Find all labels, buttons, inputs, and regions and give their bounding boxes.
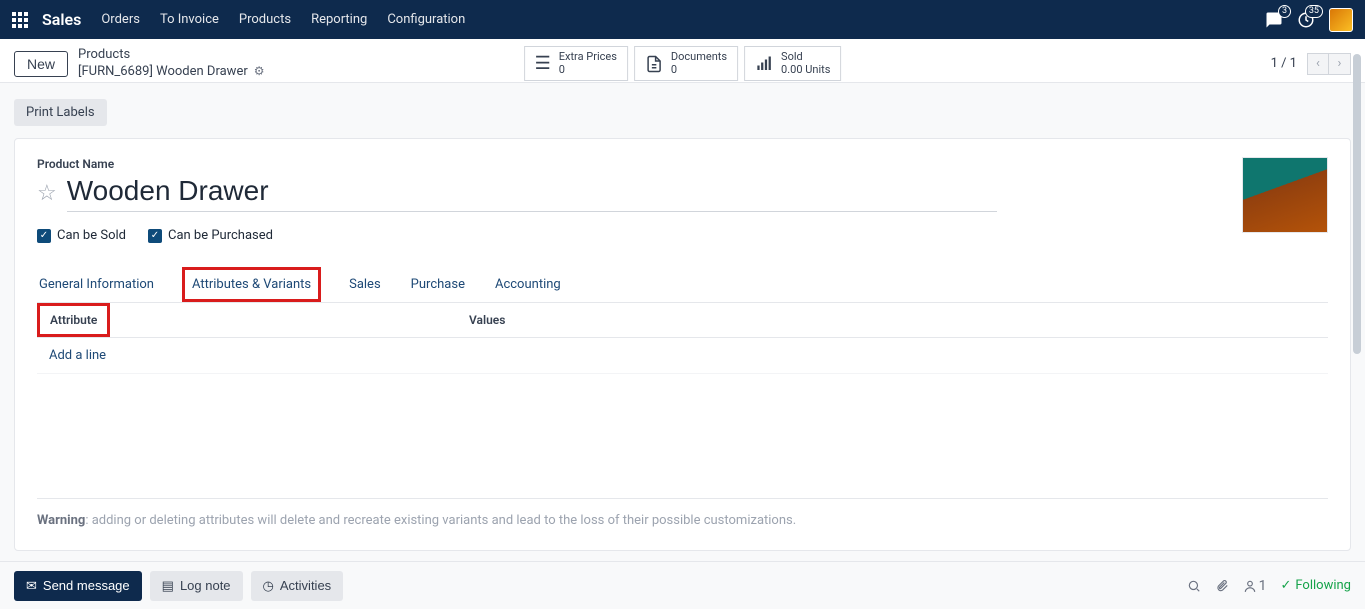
- breadcrumb-current: [FURN_6689] Wooden Drawer: [78, 64, 248, 81]
- tab-attributes-variants[interactable]: Attributes & Variants: [182, 267, 321, 302]
- send-message-button[interactable]: ✉ Send message: [14, 571, 142, 601]
- stat-value: 0: [559, 64, 617, 76]
- top-navbar: Sales Orders To Invoice Products Reporti…: [0, 0, 1365, 39]
- warning-message: : adding or deleting attributes will del…: [85, 513, 796, 528]
- stat-value: 0.00 Units: [781, 64, 830, 76]
- followers-number: 1: [1259, 578, 1267, 594]
- bars-icon: [755, 55, 773, 73]
- nav-to-invoice[interactable]: To Invoice: [160, 12, 219, 27]
- breadcrumb: Products [FURN_6689] Wooden Drawer ⚙: [78, 47, 265, 81]
- product-image[interactable]: [1242, 157, 1328, 233]
- stat-value: 0: [671, 64, 727, 76]
- gear-icon[interactable]: ⚙: [254, 64, 265, 80]
- followers-count[interactable]: 1: [1243, 578, 1267, 594]
- tab-general-information[interactable]: General Information: [37, 267, 156, 302]
- add-a-line-link[interactable]: Add a line: [37, 338, 118, 373]
- nav-reporting[interactable]: Reporting: [311, 12, 367, 27]
- note-icon: ▤: [162, 578, 174, 594]
- clock-icon: ◷: [263, 578, 274, 594]
- log-note-label: Log note: [180, 578, 231, 593]
- product-card: Product Name ☆ ✓ Can be Sold ✓ Can be Pu…: [14, 138, 1351, 551]
- search-icon[interactable]: [1187, 579, 1201, 593]
- product-name-input[interactable]: [67, 175, 997, 212]
- stat-title: Documents: [671, 51, 727, 63]
- control-bar: New Products [FURN_6689] Wooden Drawer ⚙…: [0, 39, 1365, 83]
- list-icon: ☰: [535, 53, 551, 74]
- tabs: General Information Attributes & Variant…: [37, 267, 1328, 303]
- new-button[interactable]: New: [14, 51, 68, 77]
- following-button[interactable]: ✓ Following: [1280, 578, 1351, 593]
- stat-documents[interactable]: Documents0: [634, 46, 738, 80]
- tab-accounting[interactable]: Accounting: [493, 267, 563, 302]
- messages-icon[interactable]: 3: [1265, 11, 1283, 29]
- stat-sold[interactable]: Sold0.00 Units: [744, 46, 841, 80]
- stat-title: Extra Prices: [559, 51, 617, 63]
- activities-label: Activities: [280, 578, 331, 593]
- breadcrumb-parent[interactable]: Products: [78, 47, 265, 64]
- nav-orders[interactable]: Orders: [101, 12, 140, 27]
- pager-text: 1 / 1: [1271, 56, 1297, 71]
- nav-configuration[interactable]: Configuration: [387, 12, 465, 27]
- tab-sales[interactable]: Sales: [347, 267, 383, 302]
- stat-boxes: ☰ Extra Prices0 Documents0 Sold0.00 Unit…: [524, 46, 842, 80]
- nav-items: Orders To Invoice Products Reporting Con…: [101, 12, 465, 27]
- checkbox-label: Can be Sold: [57, 228, 126, 243]
- nav-products[interactable]: Products: [239, 12, 291, 27]
- activities-badge: 35: [1305, 5, 1323, 18]
- warning-text: Warning: adding or deleting attributes w…: [37, 498, 1328, 528]
- checkbox-label: Can be Purchased: [168, 228, 273, 243]
- can-be-sold-checkbox[interactable]: ✓ Can be Sold: [37, 228, 126, 243]
- messages-badge: 3: [1278, 5, 1291, 18]
- print-labels-button[interactable]: Print Labels: [14, 99, 107, 126]
- column-header-values[interactable]: Values: [457, 303, 1328, 337]
- envelope-icon: ✉: [26, 578, 37, 594]
- log-note-button[interactable]: ▤ Log note: [150, 571, 243, 601]
- pager-prev[interactable]: ‹: [1307, 53, 1329, 75]
- send-message-label: Send message: [43, 578, 130, 593]
- user-avatar[interactable]: [1329, 8, 1353, 32]
- activities-icon[interactable]: 35: [1297, 11, 1315, 29]
- attachment-icon[interactable]: [1215, 579, 1229, 593]
- check-icon: ✓: [1280, 578, 1291, 593]
- app-brand[interactable]: Sales: [42, 10, 81, 29]
- apps-icon[interactable]: [12, 12, 28, 28]
- check-icon: ✓: [148, 229, 162, 243]
- favorite-star-icon[interactable]: ☆: [37, 181, 57, 206]
- product-name-label: Product Name: [37, 157, 1228, 171]
- doc-icon: [645, 55, 663, 73]
- pager-next[interactable]: ›: [1329, 53, 1351, 75]
- column-header-attribute[interactable]: Attribute: [37, 303, 110, 337]
- scrollbar[interactable]: [1353, 44, 1363, 564]
- chatter-footer: ✉ Send message ▤ Log note ◷ Activities 1…: [0, 561, 1365, 609]
- following-label: Following: [1295, 578, 1351, 593]
- warning-label: Warning: [37, 513, 85, 528]
- form-body: Print Labels Product Name ☆ ✓ Can be Sol…: [0, 83, 1365, 561]
- tab-purchase[interactable]: Purchase: [409, 267, 467, 302]
- empty-space: [37, 374, 1328, 484]
- can-be-purchased-checkbox[interactable]: ✓ Can be Purchased: [148, 228, 273, 243]
- stat-extra-prices[interactable]: ☰ Extra Prices0: [524, 46, 628, 80]
- attributes-table: Attribute Values Add a line Warning: add…: [37, 303, 1328, 528]
- activities-button[interactable]: ◷ Activities: [251, 571, 344, 601]
- check-icon: ✓: [37, 229, 51, 243]
